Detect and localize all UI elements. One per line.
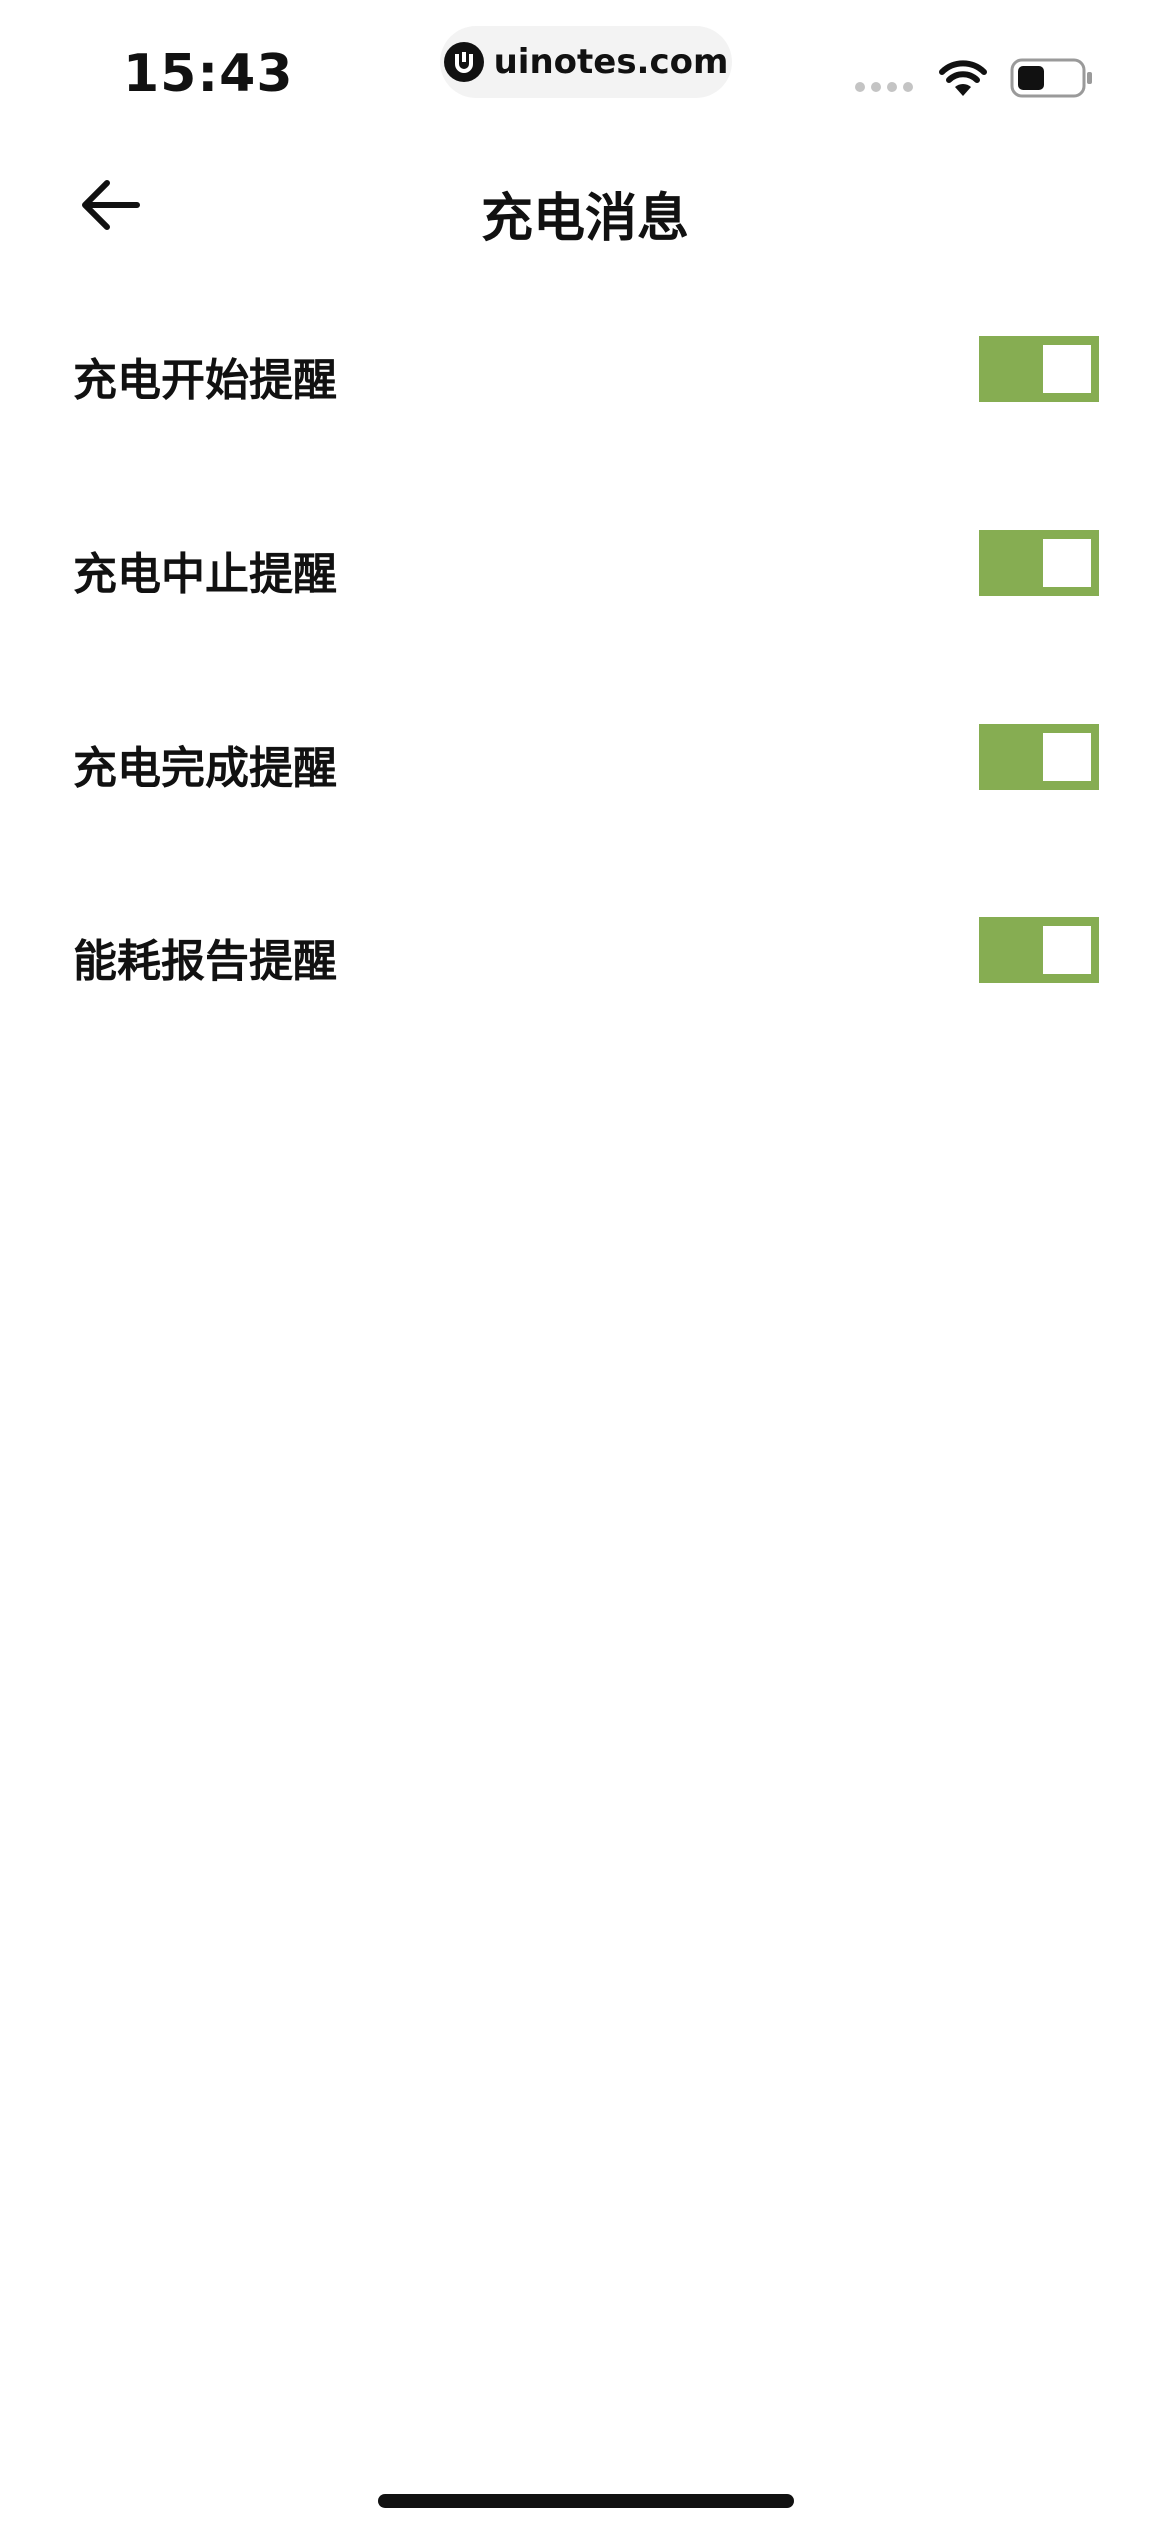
setting-row-energy-report: 能耗报告提醒	[0, 901, 1170, 1001]
home-indicator[interactable]	[378, 2494, 794, 2508]
setting-label: 充电开始提醒	[73, 355, 337, 406]
setting-row-charge-stop: 充电中止提醒	[0, 514, 1170, 614]
setting-row-charge-complete: 充电完成提醒	[0, 708, 1170, 808]
cellular-signal-icon	[855, 82, 913, 92]
toggle-knob	[1043, 733, 1091, 781]
url-text: uinotes.com	[493, 42, 729, 82]
setting-label: 充电中止提醒	[73, 549, 337, 600]
status-bar: 15:43 uinotes.com	[0, 0, 1170, 130]
setting-label: 充电完成提醒	[73, 743, 337, 794]
charge-stop-toggle[interactable]	[979, 530, 1099, 596]
toggle-knob	[1043, 539, 1091, 587]
energy-report-toggle[interactable]	[979, 917, 1099, 983]
url-pill[interactable]: uinotes.com	[440, 26, 732, 98]
wifi-icon	[937, 58, 989, 102]
page-title: 充电消息	[480, 189, 689, 249]
setting-row-charge-start: 充电开始提醒	[0, 320, 1170, 420]
toggle-knob	[1043, 926, 1091, 974]
nav-header: 充电消息	[0, 160, 1170, 250]
battery-icon	[1010, 58, 1094, 102]
setting-label: 能耗报告提醒	[73, 936, 337, 987]
charge-start-toggle[interactable]	[979, 336, 1099, 402]
status-time: 15:43	[123, 44, 294, 104]
uinotes-logo-icon	[443, 42, 484, 82]
charge-complete-toggle[interactable]	[979, 724, 1099, 790]
toggle-knob	[1043, 345, 1091, 393]
